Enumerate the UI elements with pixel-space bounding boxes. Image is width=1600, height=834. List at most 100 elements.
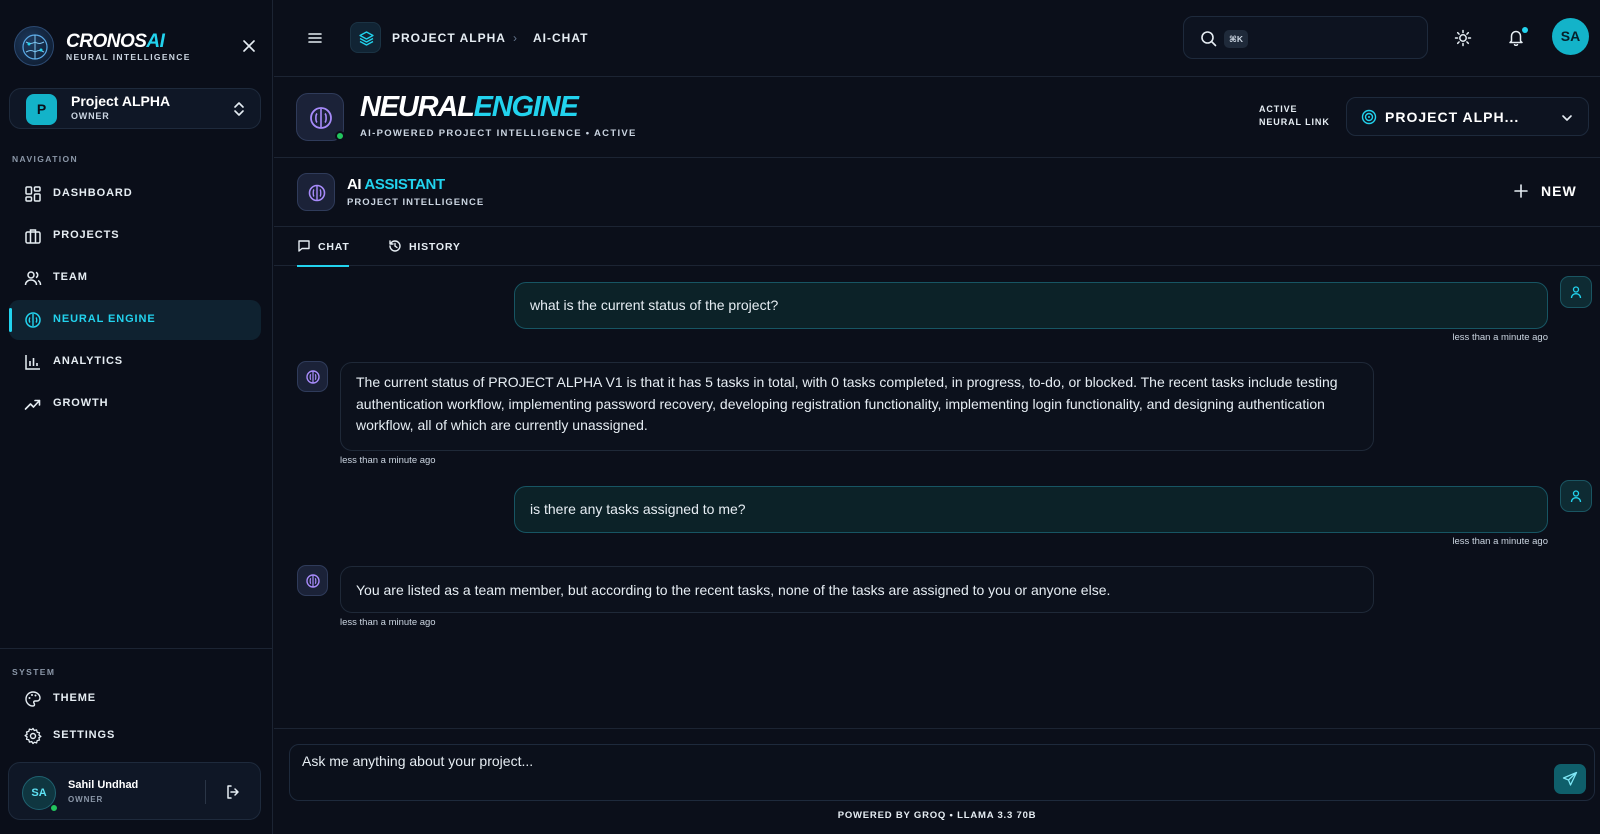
sidebar-item-theme[interactable]: THEME xyxy=(9,681,261,717)
brand: CRONOSAI NEURAL INTELLIGENCE xyxy=(14,24,259,68)
sidebar-item-label: PROJECTS xyxy=(53,229,120,241)
chevron-down-icon xyxy=(1562,115,1572,121)
divider xyxy=(205,780,206,804)
sidebar-item-label: ANALYTICS xyxy=(53,355,124,367)
message-timestamp: less than a minute ago xyxy=(340,455,436,466)
project-avatar: P xyxy=(26,94,57,125)
message-text: what is the current status of the projec… xyxy=(530,296,779,313)
sidebar-item-growth[interactable]: GROWTH xyxy=(9,384,261,424)
sidebar-item-label: GROWTH xyxy=(53,397,109,409)
assistant-subtitle: PROJECT INTELLIGENCE xyxy=(347,197,485,208)
assistant-title: AI ASSISTANT xyxy=(347,176,445,193)
brand-name: CRONOSAI xyxy=(66,31,165,52)
breadcrumb-current: AI-CHAT xyxy=(533,31,589,45)
users-icon xyxy=(24,271,42,286)
brain-icon xyxy=(306,370,320,384)
search-icon xyxy=(1201,31,1217,47)
send-button[interactable] xyxy=(1554,764,1586,794)
new-chat-button[interactable]: NEW xyxy=(1514,180,1584,204)
history-icon xyxy=(389,240,401,252)
radar-icon xyxy=(1361,109,1377,125)
new-chat-label: NEW xyxy=(1541,183,1577,199)
engine-header: NEURALENGINE AI-POWERED PROJECT INTELLIG… xyxy=(274,78,1600,158)
nav-section-label: NAVIGATION xyxy=(12,154,79,164)
sidebar-item-dashboard[interactable]: DASHBOARD xyxy=(9,174,261,214)
project-switcher[interactable]: P Project ALPHA OWNER xyxy=(9,88,261,129)
powered-by-footer: POWERED BY GROQ • LLAMA 3.3 70B xyxy=(837,810,1037,821)
tab-chat[interactable]: CHAT xyxy=(297,228,350,267)
user-role: OWNER xyxy=(68,795,104,804)
sidebar-item-settings[interactable]: SETTINGS xyxy=(9,718,261,754)
search-shortcut: ⌘K xyxy=(1224,30,1249,48)
composer-area: POWERED BY GROQ • LLAMA 3.3 70B xyxy=(274,728,1600,834)
message-timestamp: less than a minute ago xyxy=(1452,536,1548,547)
online-status-dot xyxy=(335,131,345,141)
assistant-avatar xyxy=(297,361,328,392)
plus-icon xyxy=(1514,184,1528,198)
assistant-message: The current status of PROJECT ALPHA V1 i… xyxy=(340,362,1374,451)
user-icon xyxy=(1570,286,1582,299)
sidebar-item-analytics[interactable]: ANALYTICS xyxy=(9,342,261,382)
logout-icon[interactable] xyxy=(225,784,241,800)
online-status-dot xyxy=(50,804,58,812)
brain-icon xyxy=(297,173,335,211)
user-avatar xyxy=(1560,480,1592,512)
sidebar-item-label: THEME xyxy=(53,692,96,704)
send-icon xyxy=(1562,771,1578,786)
sidebar-item-neural-engine[interactable]: NEURAL ENGINE xyxy=(9,300,261,340)
sidebar-divider xyxy=(0,648,273,649)
system-section-label: SYSTEM xyxy=(12,667,56,677)
page-subtitle: AI-POWERED PROJECT INTELLIGENCE • ACTIVE xyxy=(360,128,637,139)
chat-icon xyxy=(298,240,310,252)
user-name: Sahil Undhad xyxy=(68,779,139,791)
active-link-label: ACTIVE xyxy=(1259,104,1298,114)
layers-icon xyxy=(350,22,381,53)
assistant-header: AI ASSISTANT PROJECT INTELLIGENCE NEW xyxy=(274,159,1600,227)
project-select-value: PROJECT ALPH... xyxy=(1385,109,1520,125)
sidebar-item-projects[interactable]: PROJECTS xyxy=(9,216,261,256)
briefcase-icon xyxy=(25,229,41,244)
user-card: SA Sahil Undhad OWNER xyxy=(8,762,261,820)
brain-logo-icon xyxy=(22,34,48,60)
brand-subtitle: NEURAL INTELLIGENCE xyxy=(66,52,191,62)
sidebar: CRONOSAI NEURAL INTELLIGENCE P Project A… xyxy=(0,0,273,834)
sun-icon[interactable] xyxy=(1454,29,1472,47)
dashboard-icon xyxy=(25,186,41,202)
tab-history[interactable]: HISTORY xyxy=(388,228,460,266)
close-icon[interactable] xyxy=(241,38,257,54)
message-composer xyxy=(289,744,1595,801)
project-name: Project ALPHA xyxy=(71,93,171,109)
brain-icon xyxy=(306,574,320,588)
sidebar-item-label: TEAM xyxy=(53,271,88,283)
project-role: OWNER xyxy=(71,111,110,121)
trending-up-icon xyxy=(24,399,41,410)
tab-label: HISTORY xyxy=(409,241,461,253)
tab-label: CHAT xyxy=(318,241,350,253)
chat-tabs: CHAT HISTORY xyxy=(274,228,1600,267)
bar-chart-icon xyxy=(25,355,40,370)
user-message: what is the current status of the projec… xyxy=(514,282,1548,329)
notification-dot xyxy=(1522,27,1528,33)
message-input[interactable] xyxy=(302,753,1522,793)
avatar[interactable]: SA xyxy=(1552,18,1589,55)
message-text: The current status of PROJECT ALPHA V1 i… xyxy=(356,374,1338,433)
active-link-label: NEURAL LINK xyxy=(1259,117,1330,127)
user-message: is there any tasks assigned to me? xyxy=(514,486,1548,533)
topbar: PROJECT ALPHA › AI-CHAT ⌘K SA xyxy=(274,0,1600,77)
user-icon xyxy=(1570,490,1582,503)
breadcrumb-separator: › xyxy=(513,31,517,45)
breadcrumb-project[interactable]: PROJECT ALPHA xyxy=(392,31,506,45)
chat-thread: what is the current status of the projec… xyxy=(274,267,1600,727)
search-input[interactable] xyxy=(1256,25,1416,51)
message-text: You are listed as a team member, but acc… xyxy=(356,582,1111,598)
sidebar-item-label: NEURAL ENGINE xyxy=(53,313,156,325)
brain-icon xyxy=(25,312,41,328)
project-select[interactable]: PROJECT ALPH... xyxy=(1346,97,1589,136)
message-timestamp: less than a minute ago xyxy=(1452,332,1548,343)
sidebar-item-team[interactable]: TEAM xyxy=(9,258,261,298)
brand-logo xyxy=(14,26,54,66)
menu-icon[interactable] xyxy=(307,30,323,46)
gear-icon xyxy=(24,727,42,745)
search-box[interactable]: ⌘K xyxy=(1183,16,1428,59)
sidebar-item-label: DASHBOARD xyxy=(53,187,133,199)
